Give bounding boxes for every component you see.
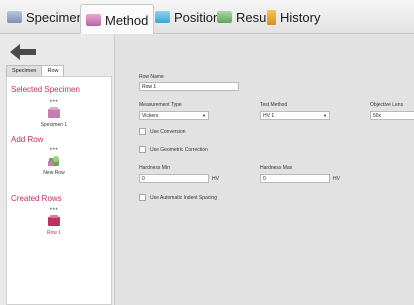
tab-specimen[interactable]: Specimen: [2, 4, 89, 30]
objective-lens-value: 50x: [373, 113, 382, 119]
tab-history[interactable]: History: [262, 4, 325, 30]
history-icon: [267, 9, 276, 25]
use-automatic-indent-spacing-checkbox[interactable]: Use Automatic Indent Spacing: [139, 194, 217, 201]
measurement-type-select[interactable]: Vickers ▼: [139, 111, 209, 120]
hardness-min-unit: HV: [212, 176, 219, 182]
row-1-icon: [48, 215, 60, 226]
use-geometric-correction-checkbox[interactable]: Use Geometric Correction: [139, 146, 208, 153]
objective-lens-label: Objective Lens: [370, 102, 404, 108]
position-icon: [155, 11, 170, 23]
row-1-tile[interactable]: *** Row 1: [29, 208, 79, 236]
measurement-type-label: Measurement Type: [139, 102, 182, 108]
specimen-stars: ***: [49, 100, 59, 106]
hardness-min-label: Hardness Min: [139, 165, 170, 171]
hardness-min-input[interactable]: 0: [139, 174, 209, 183]
objective-lens-select[interactable]: 50x: [370, 111, 414, 120]
specimen-tile-icon: [48, 107, 60, 118]
hardness-max-unit: HV: [333, 176, 340, 182]
test-method-select[interactable]: HV 1 ▼: [260, 111, 330, 120]
back-arrow-icon[interactable]: [10, 44, 36, 60]
selected-specimen-heading: Selected Specimen: [11, 85, 80, 94]
use-geometric-correction-label: Use Geometric Correction: [150, 146, 208, 153]
tab-specimen-label: Specimen: [26, 9, 84, 25]
use-automatic-indent-spacing-box[interactable]: [139, 194, 146, 201]
created-rows-heading: Created Rows: [11, 194, 62, 203]
result-icon: [217, 11, 232, 23]
tab-method[interactable]: Method: [80, 4, 155, 35]
add-row-heading: Add Row: [11, 135, 44, 144]
method-form: Row Name Row 1 Measurement Type Vickers …: [114, 34, 414, 305]
row-name-label: Row Name: [139, 74, 164, 80]
chevron-down-icon: ▼: [323, 113, 327, 118]
chevron-down-icon: ▼: [202, 113, 206, 118]
new-row-stars: ***: [49, 148, 59, 154]
tab-history-label: History: [280, 9, 321, 25]
use-automatic-indent-spacing-label: Use Automatic Indent Spacing: [150, 194, 217, 201]
row-navigation-panel: Selected Specimen *** Specimen 1 Add Row…: [6, 76, 112, 305]
test-method-value: HV 1: [263, 113, 275, 119]
specimen-icon: [7, 11, 22, 23]
specimen-tile-label: Specimen 1: [40, 122, 68, 128]
left-column: Specimen Row Selected Specimen *** Speci…: [0, 34, 114, 305]
use-geometric-correction-box[interactable]: [139, 146, 146, 153]
use-conversion-checkbox[interactable]: Use Conversion: [139, 128, 186, 135]
new-row-icon: [48, 156, 59, 166]
hardness-max-input[interactable]: 0: [260, 174, 330, 183]
new-row-label: New Row: [43, 170, 65, 176]
use-conversion-label: Use Conversion: [150, 128, 186, 135]
tab-method-label: Method: [105, 12, 149, 28]
row-1-label: Row 1: [46, 230, 62, 236]
row-name-input[interactable]: Row 1: [139, 82, 239, 91]
measurement-type-value: Vickers: [142, 113, 159, 119]
hardness-max-label: Hardness Max: [260, 165, 293, 171]
main-tab-bar: Specimen Method Position Result History: [0, 0, 414, 35]
row-1-stars: ***: [49, 208, 59, 214]
specimen-tile[interactable]: *** Specimen 1: [29, 100, 79, 128]
method-icon: [86, 14, 101, 26]
test-method-label: Test Method: [260, 102, 288, 108]
new-row-tile[interactable]: *** New Row: [29, 148, 79, 176]
use-conversion-box[interactable]: [139, 128, 146, 135]
